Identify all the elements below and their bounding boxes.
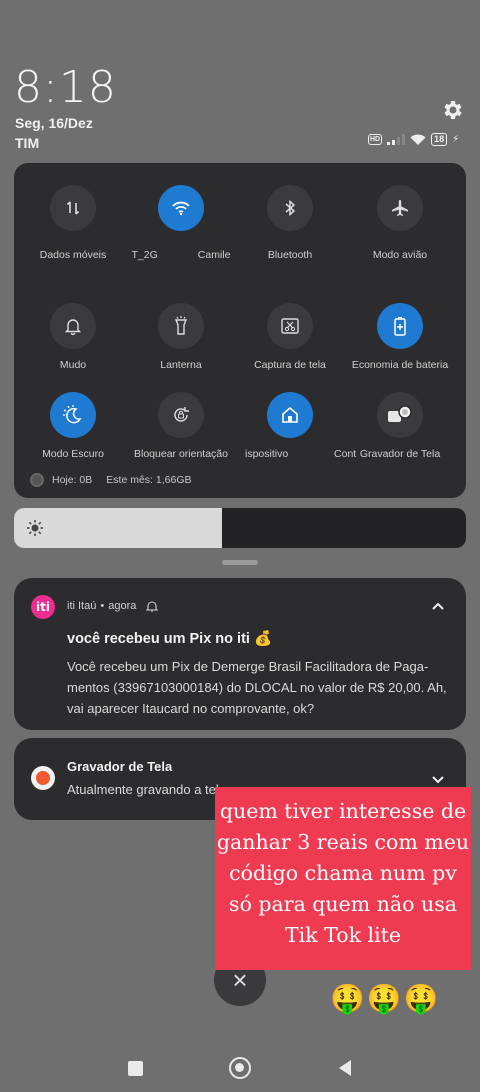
notification-title: Gravador de Tela <box>67 759 173 774</box>
volte-badge: HD <box>368 134 383 145</box>
tile-label: Captura de tela <box>254 359 326 371</box>
back-button[interactable] <box>338 1059 352 1077</box>
separator-dot: • <box>100 600 105 612</box>
tile-label: Bluetooth <box>267 249 313 261</box>
bell-off-icon <box>146 601 159 612</box>
data-usage-icon <box>30 473 44 487</box>
home-device-icon <box>267 392 313 438</box>
tile-label: Gravador de Tela <box>359 448 441 460</box>
mobile-data-icon <box>50 185 96 231</box>
record-icon <box>31 766 55 790</box>
notification-header: iti Itaú • agora <box>67 600 159 612</box>
tile-mobile-data[interactable]: Dados móveis <box>18 185 128 261</box>
tile-label: Bloquear orientação <box>134 448 228 460</box>
drag-handle[interactable] <box>222 560 258 565</box>
brightness-slider[interactable] <box>14 508 466 548</box>
settings-gear-icon[interactable] <box>440 98 464 122</box>
tile-device[interactable]: ispositivo Cont <box>235 392 356 460</box>
iti-app-icon: iti <box>31 595 55 619</box>
signal-icon <box>387 134 406 145</box>
tile-label: Modo avião <box>372 249 428 261</box>
wifi-status-icon <box>410 134 426 145</box>
screenshot-icon <box>267 303 313 349</box>
tile-label: Lanterna <box>160 359 202 371</box>
data-usage-today: Hoje: 0B <box>52 474 93 486</box>
dark-mode-icon <box>50 392 96 438</box>
tile-flashlight[interactable]: Lanterna <box>126 303 236 371</box>
notification-iti[interactable]: iti iti Itaú • agora você recebeu um Pix… <box>14 578 466 730</box>
tile-screen-recorder[interactable]: Gravador de Tela <box>345 392 455 460</box>
tile-rotation-lock[interactable]: Bloquear orientação <box>126 392 236 460</box>
battery-indicator: 18 <box>431 133 448 146</box>
tile-label: Camile <box>197 249 231 261</box>
tile-battery-saver[interactable]: Economia de bateria <box>345 303 455 371</box>
home-button[interactable] <box>229 1057 251 1079</box>
tile-dark-mode[interactable]: Modo Escuro <box>18 392 128 460</box>
date-label: Seg, 16/Dez <box>15 115 93 131</box>
status-icons: HD 18 ⚡ <box>368 133 459 146</box>
brightness-fill <box>14 508 222 548</box>
screen-recorder-icon <box>377 392 423 438</box>
flashlight-icon <box>158 303 204 349</box>
airplane-icon <box>377 185 423 231</box>
quick-settings-panel: Dados móveis T_2G Camile Bluetooth Modo … <box>14 163 466 498</box>
notification-time: agora <box>108 600 137 612</box>
home-dot-icon <box>235 1063 244 1072</box>
tile-screenshot[interactable]: Captura de tela <box>235 303 345 371</box>
bell-icon <box>50 303 96 349</box>
bluetooth-icon <box>267 185 313 231</box>
recents-button[interactable] <box>128 1061 143 1076</box>
tile-label: T_2G <box>131 249 158 261</box>
notification-app-name: iti Itaú <box>67 600 97 612</box>
wifi-icon <box>158 185 204 231</box>
data-usage-row: Hoje: 0B Este mês: 1,66GB <box>30 473 192 487</box>
data-usage-month: Este mês: 1,66GB <box>106 474 192 486</box>
chevron-down-icon[interactable] <box>430 772 446 788</box>
promo-caption: quem tiver interesse de ganhar 3 reais c… <box>215 787 471 970</box>
clock[interactable]: 8:18 <box>14 62 117 113</box>
notification-body: Você recebeu um Pix de Demerge Brasil Fa… <box>67 659 447 716</box>
tile-airplane[interactable]: Modo avião <box>345 185 455 261</box>
rotation-lock-icon <box>158 392 204 438</box>
carrier-label: TIM <box>15 135 40 151</box>
tile-mute[interactable]: Mudo <box>18 303 128 371</box>
charging-icon: ⚡ <box>452 134 460 145</box>
notification-title: você recebeu um Pix no iti 💰 <box>67 631 273 647</box>
tile-bluetooth[interactable]: Bluetooth <box>235 185 345 261</box>
tile-label: Modo Escuro <box>42 448 104 460</box>
tile-label: Mudo <box>59 359 87 371</box>
tile-label: ispositivo <box>245 448 289 460</box>
tile-label: Economia de bateria <box>351 359 449 371</box>
chevron-up-icon[interactable] <box>430 598 446 614</box>
tile-label: Dados móveis <box>39 249 107 261</box>
sun-icon <box>27 520 43 536</box>
battery-saver-icon <box>377 303 423 349</box>
tile-wifi[interactable]: T_2G Camile <box>126 185 236 261</box>
money-face-emojis: 🤑🤑🤑 <box>330 982 441 1015</box>
